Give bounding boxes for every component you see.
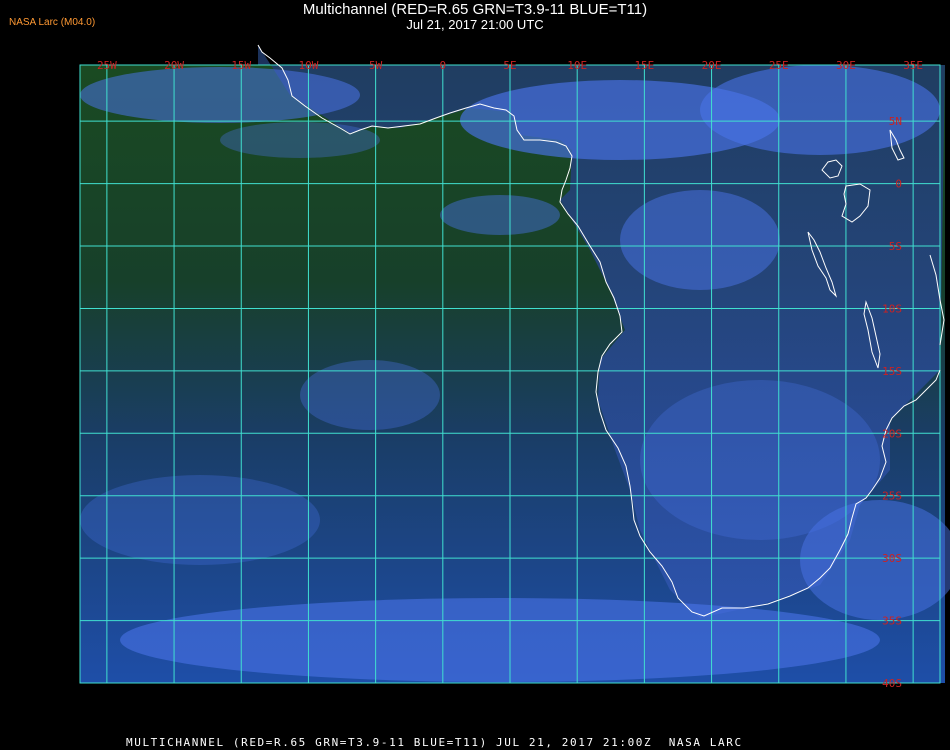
longitude-label: 0 [440,59,447,72]
longitude-label: 10W [299,59,319,72]
longitude-label: 5E [503,59,516,72]
longitude-label: 25W [97,59,117,72]
latitude-label: 30S [882,552,902,565]
latitude-label: 0 [895,178,902,191]
latitude-label: 5N [889,115,902,128]
longitude-label: 20W [164,59,184,72]
longitude-label: 15W [231,59,251,72]
latitude-label: 5S [889,240,902,253]
longitude-label: 30E [836,59,856,72]
latitude-label: 35S [882,615,902,628]
latitude-label: 20S [882,427,902,440]
latitude-label: 25S [882,490,902,503]
satellite-map: 25W 20W 15W 10W 5W 0 5E 10E 15E 20E 25E 30E 35E 5N 0 5… [79,44,950,690]
longitude-label: 10E [567,59,587,72]
latitude-label: 40S [882,677,902,690]
longitude-label: 20E [702,59,722,72]
longitude-label: 5W [369,59,383,72]
latitude-label: 15S [882,365,902,378]
longitude-label: 25E [769,59,789,72]
longitude-label: 15E [634,59,654,72]
longitude-label: 35E [903,59,923,72]
image-footer-caption: MULTICHANNEL (RED=R.65 GRN=T3.9-11 BLUE=… [126,736,743,749]
latitude-label: 10S [882,302,902,315]
